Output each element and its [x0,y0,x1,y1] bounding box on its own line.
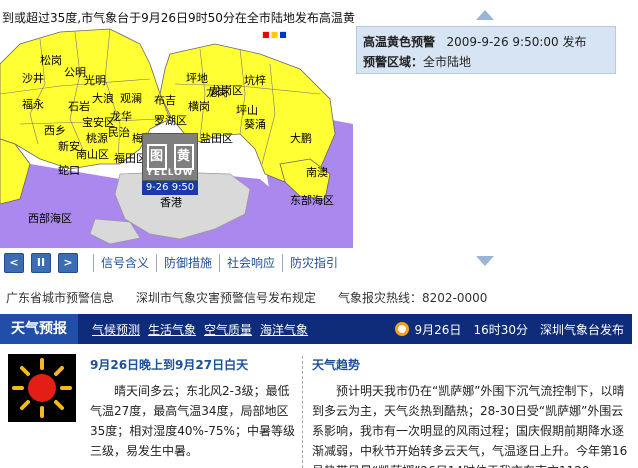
tab-air-quality[interactable]: 空气质量 [204,321,252,338]
label-henggang: 横岗 [188,99,210,113]
label-hong-kong: 香港 [160,196,182,209]
warning-area-value: 全市陆地 [423,55,472,69]
trend-block: 天气趋势 预计明天我市仍在“凯萨娜”外围下沉气流控制下，以晴到多云为主，天气炎热… [312,356,628,468]
tab-disaster-guide[interactable]: 防灾指引 [282,254,345,272]
weather-header: 天气预报 气候预测 生活气象 空气质量 海洋气象 9月26日 16时30分 深圳… [0,314,632,344]
warning-area-label: 预警区域： [363,55,424,69]
trend-text: 预计明天我市仍在“凯萨娜”外围下沉气流控制下，以晴到多云为主，天气炎热到酷热；2… [312,384,628,468]
label-kengzi: 坑梓 [244,73,266,87]
label-guanlan: 观澜 [120,91,142,105]
prev-button[interactable]: < [4,253,24,273]
label-shiyan: 石岩 [68,99,90,113]
sunny-weather-icon [8,354,76,422]
forecast-period: 9月26日晚上到9月27日白天 [90,358,249,372]
warning-signal-badge[interactable]: 图 黄 YELLOW 9-26 9:50 [142,133,198,195]
warning-title: 高温黄色预警 [363,35,436,49]
badge-char-2: 黄 [173,144,194,170]
forecast-time: 16时30分 [473,322,528,337]
label-yantian: 盐田区 [200,132,233,145]
tab-life-weather[interactable]: 生活气象 [148,321,196,338]
tab-defense-measures[interactable]: 防御措施 [156,254,219,272]
label-pingshan: 坪山 [236,104,258,117]
label-songgang: 松岗 [40,53,62,67]
pause-button[interactable]: II [31,253,51,273]
badge-yellow-label: YELLOW [146,168,194,178]
label-buji: 布吉 [154,94,176,107]
label-nanao: 南澳 [306,166,328,179]
clock-icon [394,322,409,336]
link-warning-regulation[interactable]: 深圳市气象灾害预警信号发布规定 [136,289,316,306]
label-shajing: 沙井 [22,71,44,85]
tab-social-response[interactable]: 社会响应 [219,254,282,272]
label-baoan: 宝安区 [82,115,115,129]
label-luohu: 罗湖区 [154,114,187,127]
warning-issue-time: 2009-9-26 9:50:00 发布 [446,35,587,49]
forecast-block: 9月26日晚上到9月27日白天 晴天间多云；东北风2-3级；最低气温27度，最高… [90,356,295,461]
warning-map: 松岗 公明 光明 石岩 观澜 龙华 民治 福永 西乡 新安 宝安区 南山区 福田… [0,24,353,248]
tab-marine-weather[interactable]: 海洋气象 [260,321,308,338]
next-button[interactable]: > [58,253,78,273]
tab-climate-forecast[interactable]: 气候预测 [92,321,140,338]
label-nanshan: 南山区 [76,148,109,161]
trend-title: 天气趋势 [312,358,361,372]
warning-module: 到或超过35度,市气象台于9月26日9时50分在全市陆地发布高温黄 松岗 公明 … [0,0,638,290]
label-dapeng: 大鹏 [290,131,312,145]
forecast-publisher: 深圳气象台发布 [539,322,624,337]
warning-info-box: 高温黄色预警 2009-9-26 9:50:00 发布 预警区域：全市陆地 [356,26,616,74]
label-gongming: 公明 [64,66,86,79]
weather-date-info: 9月26日 16时30分 深圳气象台发布 [394,314,624,344]
forecast-date: 9月26日 [414,322,462,337]
label-kuiyong: 葵涌 [244,118,266,131]
color-dots: ■■■ [262,30,288,39]
label-guangming: 光明 [84,73,106,87]
warning-list-area [356,76,616,248]
scroll-down-arrow-icon[interactable] [476,256,494,266]
weather-body: 9月26日晚上到9月27日白天 晴天间多云；东北风2-3级；最低气温27度，最高… [0,344,632,468]
label-pingdi: 坪地 [186,72,208,85]
hotline-text: 气象报灾热线：8202-0000 [338,290,488,305]
footer-links: 广东省城市预警信息 深圳市气象灾害预警信号发布规定 气象报灾热线：8202-00… [0,286,638,308]
badge-time-label: 9-26 9:50 [142,181,198,195]
tab-signal-meaning[interactable]: 信号含义 [93,254,156,272]
label-fuyong: 福永 [22,97,44,111]
label-taoyuan: 桃源 [86,131,108,145]
warning-info-panel: 高温黄色预警 2009-9-26 9:50:00 发布 预警区域：全市陆地 [356,10,616,266]
weather-title: 天气预报 [0,314,78,344]
badge-char-1: 图 [146,144,167,170]
label-dalang: 大浪 [92,91,114,105]
label-longgang: 龙岗 [206,86,228,99]
divider [302,356,303,468]
label-shekou: 蛇口 [58,163,80,177]
label-west-sea: 西部海区 [28,211,72,225]
scroll-up-arrow-icon[interactable] [476,10,494,20]
label-xixiang: 西乡 [44,124,66,137]
warning-control-bar: < II > 信号含义 防御措施 社会响应 防灾指引 [4,252,352,274]
label-east-sea: 东部海区 [290,193,334,207]
forecast-text: 晴天间多云；东北风2-3级；最低气温27度，最高气温34度，局部地区35度；相对… [90,384,295,458]
link-guangdong-warning[interactable]: 广东省城市预警信息 [6,289,114,306]
